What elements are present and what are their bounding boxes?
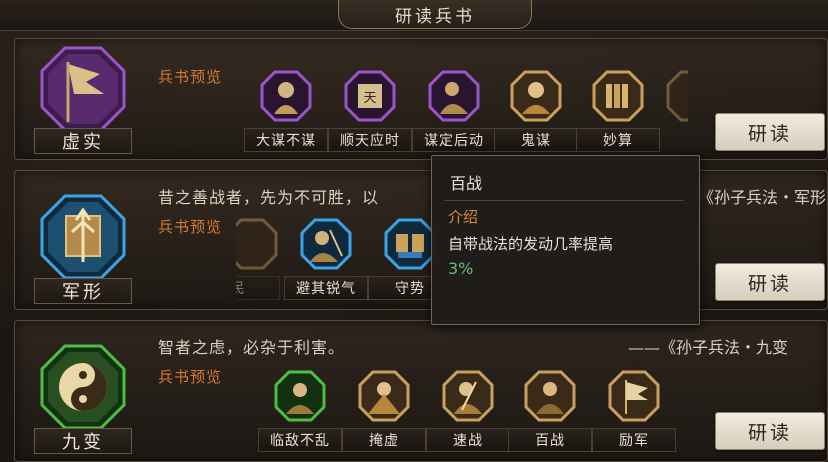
book-quote-jiubian: 智者之虑，必杂于利害。 (158, 338, 346, 357)
skill-label: 顺天应时 (328, 128, 412, 152)
tooltip-divider (444, 200, 684, 201)
book-name-xushi: 虚实 (34, 128, 132, 154)
skill-label: 励军 (592, 428, 676, 452)
skill-slot-partial[interactable] (658, 70, 688, 158)
book-emblem-jiubian[interactable] (38, 342, 128, 432)
tooltip-intro-label: 介绍 (448, 208, 479, 226)
skill-slot[interactable]: 掩虚 (342, 370, 426, 458)
skill-slot[interactable]: 速战 (426, 370, 510, 458)
rally-banner-icon (608, 370, 660, 422)
book-quote-junxing: 昔之善战者，先为不可胜，以 (158, 188, 380, 207)
thinker-portrait-icon (428, 70, 480, 122)
page-title: 研读兵书 (338, 0, 532, 29)
skill-label: 速战 (426, 428, 510, 452)
skill-slot[interactable]: 临敌不乱 (258, 370, 342, 458)
skill-label: 谋定后动 (412, 128, 496, 152)
skill-label: 民 (236, 276, 280, 300)
skill-slot[interactable]: 百战 (508, 370, 592, 458)
scroll-tian-icon: 天 (344, 70, 396, 122)
calm-general-icon (274, 370, 326, 422)
skill-label: 掩虚 (342, 428, 426, 452)
skill-slot[interactable]: 鬼谋 (494, 70, 578, 158)
book-name-junxing: 军形 (34, 278, 132, 304)
skill-label: 临敌不乱 (258, 428, 342, 452)
skill-slot[interactable]: 励军 (592, 370, 676, 458)
scholar-portrait-icon (510, 70, 562, 122)
skill-label: 大谋不谋 (244, 128, 328, 152)
arrow-shield-icon (40, 194, 126, 280)
shield-pair-icon (384, 218, 436, 270)
yin-yang-icon (40, 344, 126, 430)
book-source-junxing: 《孙子兵法・军形 (698, 184, 826, 208)
book-source-jiubian: ——《孙子兵法・九变 (628, 338, 789, 357)
skill-label: 鬼谋 (494, 128, 578, 152)
strategist-portrait-icon (260, 70, 312, 122)
skill-slot[interactable]: 妙算 (576, 70, 660, 158)
svg-text:天: 天 (363, 91, 376, 106)
skill-label: 避其锐气 (284, 276, 368, 300)
veteran-soldier-icon (524, 370, 576, 422)
skill-slot-partial[interactable]: 民 (236, 218, 280, 306)
book-source-text: 孙子兵法・军形 (714, 188, 827, 207)
book-emblem-xushi[interactable] (38, 44, 128, 134)
title-bar: 研读兵书 (0, 0, 828, 31)
quote-open-bracket: 《 (698, 188, 715, 207)
tooltip-title: 百战 (450, 174, 483, 193)
skill-slot[interactable]: 天 顺天应时 (328, 70, 412, 158)
partial-skill-icon (666, 70, 688, 122)
preview-label-jiubian: 兵书预览 (158, 368, 223, 386)
partial-skill-icon (236, 218, 278, 270)
preview-label-junxing: 兵书预览 (158, 218, 223, 236)
skill-tooltip: 百战 介绍 自带战法的发动几率提高 3% (431, 155, 700, 325)
skill-label: 妙算 (576, 128, 660, 152)
study-button-junxing[interactable]: 研读 (715, 263, 825, 301)
archer-portrait-icon (300, 218, 352, 270)
cloaked-soldier-icon (358, 370, 410, 422)
preview-label-xushi: 兵书预览 (158, 68, 223, 86)
skill-label: 百战 (508, 428, 592, 452)
skill-slot[interactable]: 大谋不谋 (244, 70, 328, 158)
tooltip-description: 自带战法的发动几率提高 (448, 235, 614, 253)
skill-slot[interactable]: 避其锐气 (284, 218, 368, 306)
book-emblem-junxing[interactable] (38, 192, 128, 282)
banner-flag-icon (40, 46, 126, 132)
swift-soldier-icon (442, 370, 494, 422)
bamboo-scroll-icon (592, 70, 644, 122)
book-name-jiubian: 九变 (34, 428, 132, 454)
skill-slot[interactable]: 谋定后动 (412, 70, 496, 158)
study-button-xushi[interactable]: 研读 (715, 113, 825, 151)
tooltip-value: 3% (448, 259, 474, 278)
study-button-jiubian[interactable]: 研读 (715, 412, 825, 450)
